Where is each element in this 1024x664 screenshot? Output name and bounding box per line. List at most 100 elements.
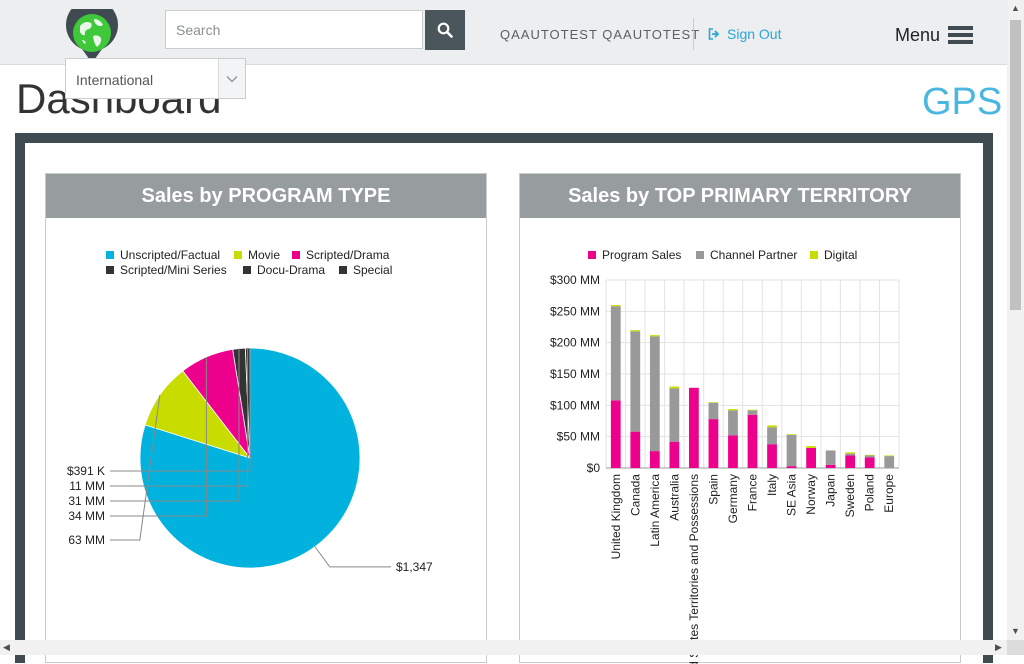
bar-digital-australia	[669, 387, 679, 389]
x-tick-label-poland: Poland	[863, 474, 877, 511]
chevron-down-icon[interactable]	[218, 59, 245, 98]
bar-channel-partner-japan	[826, 450, 836, 464]
bar-channel-partner-spain	[709, 403, 719, 419]
menu-label: Menu	[895, 25, 940, 46]
bar-digital-france	[748, 410, 758, 411]
bar-channel-partner-sweden	[845, 454, 855, 456]
bar-program-sales-france	[748, 415, 758, 468]
scroll-up-icon[interactable]: ▲	[1011, 3, 1020, 13]
bar-digital-norway	[806, 446, 816, 448]
program-type-pie-chart: Unscripted/FactualMovieScripted/DramaScr…	[46, 218, 486, 664]
bar-program-sales-australia	[669, 442, 679, 468]
bar-program-sales-norway	[806, 448, 816, 468]
legend-label-program-sales: Program Sales	[602, 248, 681, 262]
x-tick-label-france: France	[746, 474, 760, 512]
bar-program-sales-se-asia	[787, 466, 797, 468]
bar-program-sales-spain	[709, 419, 719, 468]
vertical-scroll-thumb[interactable]	[1010, 20, 1021, 310]
bar-program-sales-latin-america	[650, 451, 660, 468]
search-button[interactable]	[425, 10, 465, 50]
bar-program-sales-japan	[826, 465, 836, 468]
scroll-right-icon[interactable]: ▶	[995, 642, 1002, 653]
y-tick-label: $250 MM	[550, 304, 600, 318]
bar-digital-united-kingdom	[611, 305, 621, 306]
pie-leader-unscripted-factual	[315, 547, 391, 567]
bar-program-sales-sweden	[845, 455, 855, 468]
bar-channel-partner-united-kingdom	[611, 306, 621, 400]
sign-out-link[interactable]: Sign Out	[708, 26, 781, 42]
x-tick-label-spain: Spain	[706, 474, 720, 505]
bar-digital-germany	[728, 409, 738, 410]
y-tick-label: $0	[587, 461, 601, 475]
region-select-value: International	[76, 72, 153, 88]
territory-bar-chart: Program Sales Channel Partner Digital $0 $50…	[520, 218, 960, 664]
x-tick-label-norway: Norway	[804, 474, 818, 515]
x-tick-label-australia: Australia	[667, 474, 681, 521]
search-input[interactable]	[166, 11, 426, 48]
scrollbar-corner	[1007, 640, 1024, 655]
legend-swatch-digital	[810, 251, 818, 259]
legend-swatch-channel-partner	[696, 251, 704, 259]
legend-label-digital: Digital	[824, 248, 857, 262]
y-tick-label: $100 MM	[550, 398, 600, 412]
y-tick-label: $300 MM	[550, 273, 600, 287]
bar-channel-partner-se-asia	[787, 435, 797, 466]
legend-label-movie: Movie	[248, 248, 280, 262]
bar-program-sales-canada	[630, 432, 640, 468]
pie-data-label-movie: 63 MM	[68, 533, 105, 547]
y-tick-label: $200 MM	[550, 336, 600, 350]
legend-swatch-scripted-mini-series	[106, 266, 114, 274]
legend-swatch-unscripted-factual	[106, 251, 114, 259]
header-divider	[693, 18, 694, 50]
x-tick-label-sweden: Sweden	[843, 474, 857, 517]
user-name: QAAUTOTEST QAAUTOTEST	[500, 27, 700, 42]
x-tick-label-canada: Canada	[628, 474, 642, 516]
y-tick-label: $50 MM	[557, 430, 600, 444]
bar-channel-partner-italy	[767, 427, 777, 444]
sign-out-label: Sign Out	[727, 26, 781, 42]
legend-label-docu-drama: Docu-Drama	[257, 263, 325, 277]
x-tick-label-italy: Italy	[765, 474, 779, 496]
x-tick-label-se-asia: SE Asia	[785, 474, 799, 516]
pie-data-label-special: $391 K	[67, 464, 105, 478]
bar-digital-se-asia	[787, 434, 797, 435]
x-tick-label-united-kingdom: United Kingdom	[609, 474, 623, 559]
territory-panel-title: Sales by TOP PRIMARY TERRITORY	[520, 174, 960, 218]
menu-button[interactable]: Menu	[895, 23, 973, 47]
x-tick-label-latin-america: Latin America	[648, 474, 662, 547]
bar-channel-partner-france	[748, 410, 758, 414]
pie-data-label-unscripted-factual: $1,347	[396, 560, 433, 574]
bar-digital-italy	[767, 425, 777, 427]
bar-program-sales-united-states-territories-and-possessions	[689, 388, 699, 468]
legend-label-scripted-drama: Scripted/Drama	[306, 248, 390, 262]
globe-logo-icon[interactable]	[64, 9, 120, 65]
legend-label-scripted-mini-series: Scripted/Mini Series	[120, 263, 227, 277]
sign-out-icon	[708, 28, 721, 40]
hamburger-icon	[948, 23, 973, 47]
region-select[interactable]: International	[65, 58, 246, 99]
horizontal-scrollbar[interactable]: ◀ ▶	[0, 640, 1007, 655]
program-type-panel-title: Sales by PROGRAM TYPE	[46, 174, 486, 218]
search-icon	[437, 22, 453, 38]
bar-channel-partner-germany	[728, 410, 738, 435]
pie-data-label-docu-drama: 11 MM	[69, 479, 105, 493]
legend-swatch-scripted-drama	[292, 251, 300, 259]
x-tick-label-germany: Germany	[726, 474, 740, 523]
x-tick-label-europe: Europe	[882, 474, 896, 513]
bar-digital-sweden	[845, 452, 855, 453]
scroll-down-icon[interactable]: ▼	[1011, 626, 1020, 636]
pie-data-label-scripted-drama: 34 MM	[68, 509, 105, 523]
bar-program-sales-italy	[767, 444, 777, 468]
pie-data-label-scripted-mini-series: 31 MM	[68, 494, 105, 508]
legend-swatch-movie	[234, 251, 242, 259]
bar-digital-poland	[865, 455, 875, 456]
bar-channel-partner-poland	[865, 455, 875, 457]
top-bar: QAAUTOTEST QAAUTOTEST Sign Out Menu	[0, 0, 1007, 65]
bar-channel-partner-latin-america	[650, 336, 660, 451]
territory-panel: Sales by TOP PRIMARY TERRITORY Program S…	[519, 173, 961, 663]
search-field[interactable]	[165, 10, 423, 49]
legend-label-channel-partner: Channel Partner	[710, 248, 797, 262]
vertical-scrollbar[interactable]: ▲ ▼	[1007, 0, 1024, 640]
legend-swatch-docu-drama	[243, 266, 251, 274]
scroll-left-icon[interactable]: ◀	[3, 642, 10, 653]
